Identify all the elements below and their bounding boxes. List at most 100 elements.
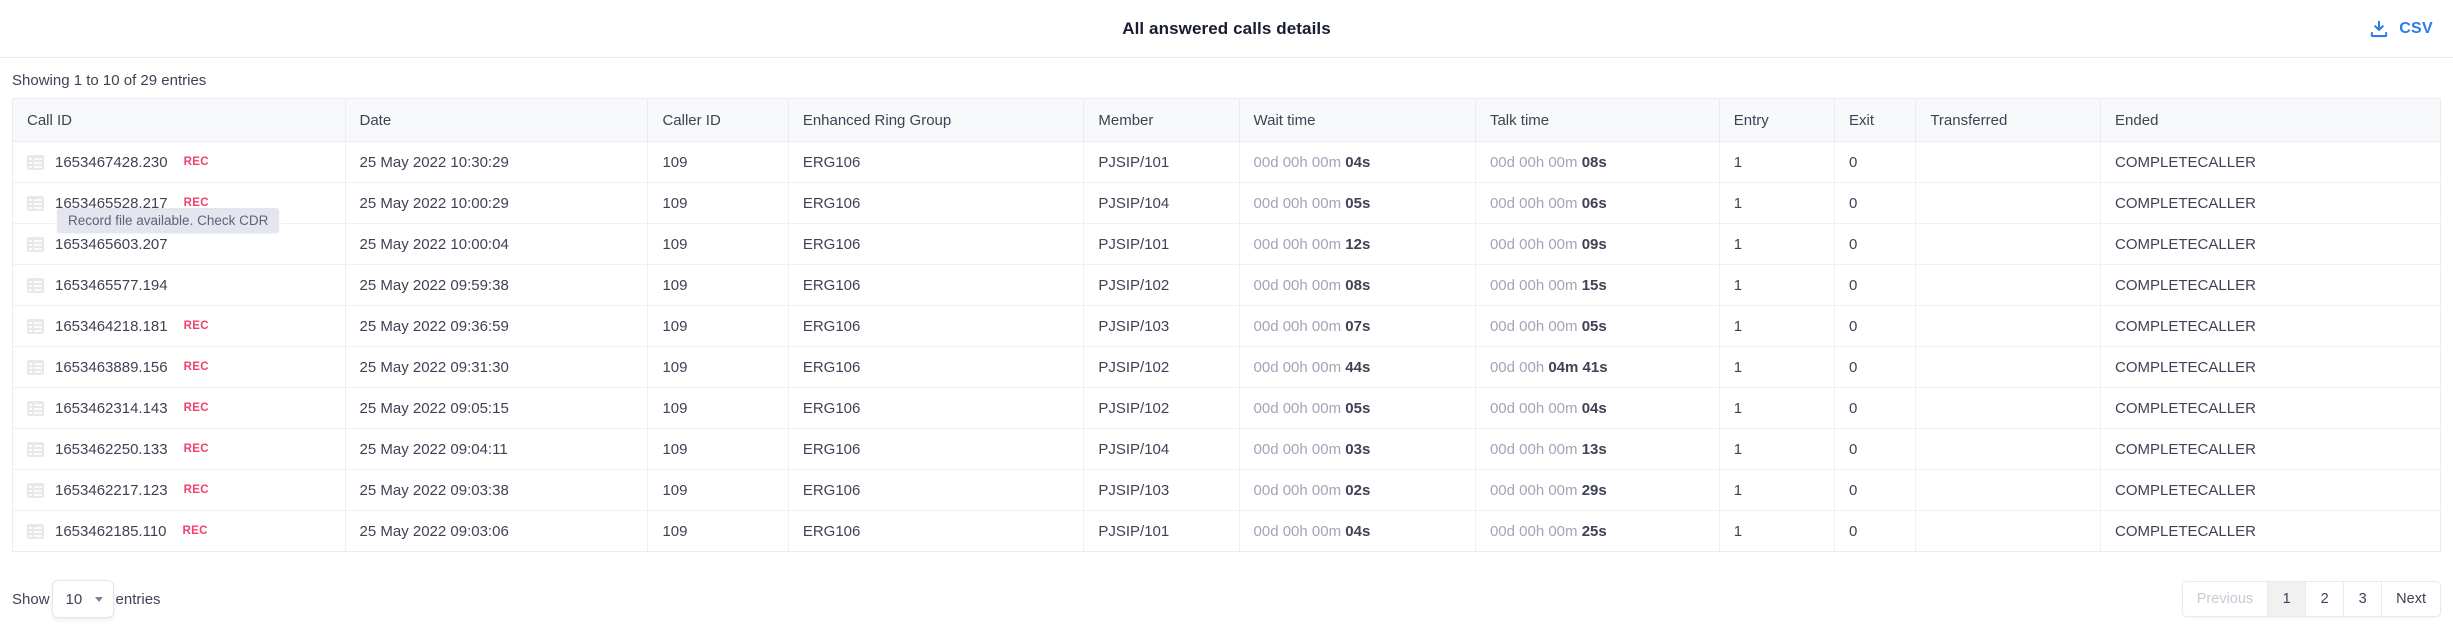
cell-exit: 0: [1834, 264, 1917, 306]
cell-talk-time: 00d 00h 00m 15s: [1475, 264, 1720, 306]
cell-member: PJSIP/103: [1083, 305, 1240, 347]
list-detail-icon[interactable]: [27, 236, 44, 252]
call-id-value: 1653465577.194: [55, 276, 168, 294]
cell-exit: 0: [1834, 510, 1917, 552]
list-detail-icon[interactable]: [27, 318, 44, 334]
cell-enhanced-ring-group: ERG106: [788, 141, 1085, 183]
cell-member: PJSIP/101: [1083, 510, 1240, 552]
cell-wait-time: 00d 00h 00m 07s: [1239, 305, 1476, 347]
pagination-previous[interactable]: Previous: [2182, 582, 2269, 616]
column-header-wait-time[interactable]: Wait time: [1239, 98, 1476, 142]
cell-caller-id: 109: [647, 141, 789, 183]
cell-call-id: 1653463889.156 REC: [12, 346, 346, 388]
list-detail-icon[interactable]: [27, 482, 44, 498]
cell-enhanced-ring-group: ERG106: [788, 305, 1085, 347]
list-detail-icon[interactable]: [27, 277, 44, 293]
table-row[interactable]: 1653465577.194 25 May 2022 09:59:38 109 ERG…: [12, 264, 2441, 306]
pagination-page-1[interactable]: 1: [2268, 582, 2307, 616]
cell-call-id: 1653467428.230 REC: [12, 141, 346, 183]
cell-date: 25 May 2022 09:59:38: [345, 264, 649, 306]
table-row[interactable]: 1653465603.207 25 May 2022 10:00:04 109 ERG…: [12, 223, 2441, 265]
cell-wait-time-highlight: 08s: [1345, 276, 1371, 294]
page-length-control: Show 10 entries: [12, 580, 161, 618]
call-id-wrapper: 1653465603.207: [27, 236, 331, 253]
list-detail-icon[interactable]: [27, 359, 44, 375]
cell-exit: 0: [1834, 305, 1917, 347]
cell-entry: 1: [1719, 346, 1836, 388]
rec-badge: REC: [183, 402, 209, 414]
column-header-exit[interactable]: Exit: [1834, 98, 1917, 142]
cell-date: 25 May 2022 10:00:29: [345, 182, 649, 224]
cell-talk-time: 00d 00h 00m 08s: [1475, 141, 1720, 183]
cell-talk-time-highlight: 09s: [1581, 235, 1607, 253]
pagination-next[interactable]: Next: [2382, 582, 2440, 616]
cell-talk-time: 00d 00h 00m 09s: [1475, 223, 1720, 265]
cell-entry: 1: [1719, 141, 1836, 183]
cell-wait-time: 00d 00h 00m 04s: [1239, 510, 1476, 552]
cell-entry: 1: [1719, 182, 1836, 224]
cell-ended: COMPLETECALLER: [2100, 264, 2441, 306]
table-row[interactable]: 1653462250.133 REC 25 May 2022 09:04:11 109…: [12, 428, 2441, 470]
column-header-enhanced-ring-group[interactable]: Enhanced Ring Group: [788, 98, 1085, 142]
cell-wait-time-prefix: 00d 00h 00m: [1253, 481, 1346, 499]
column-header-caller-id[interactable]: Caller ID: [647, 98, 789, 142]
cell-caller-id: 109: [647, 469, 789, 511]
cell-talk-time-value: 00d 00h 00m 15s: [1490, 277, 1607, 294]
column-header-transferred[interactable]: Transferred: [1915, 98, 2102, 142]
cell-ended: COMPLETECALLER: [2100, 387, 2441, 429]
table-row[interactable]: 1653467428.230 REC 25 May 2022 10:30:29 109…: [12, 141, 2441, 183]
cell-talk-time-value: 00d 00h 00m 29s: [1490, 482, 1607, 499]
table-row[interactable]: 1653465528.217 REC 25 May 2022 10:00:29 109…: [12, 182, 2441, 224]
cell-transferred: [1915, 141, 2102, 183]
table-footer: Show 10 entries Previous 1 2 3 Next: [0, 565, 2453, 633]
cell-ended: COMPLETECALLER: [2100, 469, 2441, 511]
cell-talk-time-highlight: 05s: [1581, 317, 1607, 335]
list-detail-icon[interactable]: [27, 154, 44, 170]
list-detail-icon[interactable]: [27, 400, 44, 416]
cell-ended: COMPLETECALLER: [2100, 428, 2441, 470]
cell-enhanced-ring-group: ERG106: [788, 510, 1085, 552]
answered-calls-table: Call ID Date Caller ID Enhanced Ring Gro…: [12, 98, 2441, 552]
cell-talk-time-prefix: 00d 00h 00m: [1489, 399, 1582, 417]
call-id-wrapper: 1653462185.110 REC: [27, 523, 331, 540]
cell-talk-time: 00d 00h 00m 04s: [1475, 387, 1720, 429]
page-length-select[interactable]: 10: [51, 580, 114, 618]
table-row[interactable]: 1653462217.123 REC 25 May 2022 09:03:38 109…: [12, 469, 2441, 511]
export-csv-button[interactable]: CSV: [2362, 14, 2439, 44]
cell-wait-time: 00d 00h 00m 02s: [1239, 469, 1476, 511]
cell-talk-time-prefix: 00d 00h 00m: [1489, 481, 1582, 499]
cell-wait-time-highlight: 04s: [1345, 522, 1371, 540]
call-id-wrapper: 1653464218.181 REC: [27, 318, 331, 335]
cell-wait-time-value: 00d 00h 00m 05s: [1254, 195, 1371, 212]
column-header-member[interactable]: Member: [1083, 98, 1240, 142]
pagination-page-2[interactable]: 2: [2306, 582, 2345, 616]
cell-caller-id: 109: [647, 182, 789, 224]
table-row[interactable]: 1653462314.143 REC 25 May 2022 09:05:15 109…: [12, 387, 2441, 429]
table-row[interactable]: 1653462185.110 REC 25 May 2022 09:03:06 109…: [12, 510, 2441, 552]
list-detail-icon[interactable]: [27, 195, 44, 211]
column-header-call-id[interactable]: Call ID: [12, 98, 346, 142]
pagination-page-3[interactable]: 3: [2344, 582, 2383, 616]
table-row[interactable]: 1653464218.181 REC 25 May 2022 09:36:59 109…: [12, 305, 2441, 347]
cell-date: 25 May 2022 09:05:15: [345, 387, 649, 429]
call-id-wrapper: 1653467428.230 REC: [27, 154, 331, 171]
cell-talk-time-value: 00d 00h 00m 05s: [1490, 318, 1607, 335]
pagination: Previous 1 2 3 Next: [2181, 581, 2441, 617]
cell-entry: 1: [1719, 428, 1836, 470]
cell-date: 25 May 2022 09:04:11: [345, 428, 649, 470]
list-detail-icon[interactable]: [27, 523, 44, 539]
column-header-talk-time[interactable]: Talk time: [1475, 98, 1720, 142]
column-header-date[interactable]: Date: [345, 98, 649, 142]
column-header-ended[interactable]: Ended: [2100, 98, 2441, 142]
cell-transferred: [1915, 510, 2102, 552]
cell-transferred: [1915, 264, 2102, 306]
cell-call-id: 1653462250.133 REC: [12, 428, 346, 470]
cell-entry: 1: [1719, 510, 1836, 552]
table-row[interactable]: 1653463889.156 REC 25 May 2022 09:31:30 109…: [12, 346, 2441, 388]
call-id-wrapper: 1653462314.143 REC: [27, 400, 331, 417]
list-detail-icon[interactable]: [27, 441, 44, 457]
cell-exit: 0: [1834, 223, 1917, 265]
record-file-tooltip: Record file available. Check CDR: [57, 208, 280, 233]
cell-talk-time-prefix: 00d 00h 00m: [1489, 440, 1582, 458]
column-header-entry[interactable]: Entry: [1719, 98, 1836, 142]
